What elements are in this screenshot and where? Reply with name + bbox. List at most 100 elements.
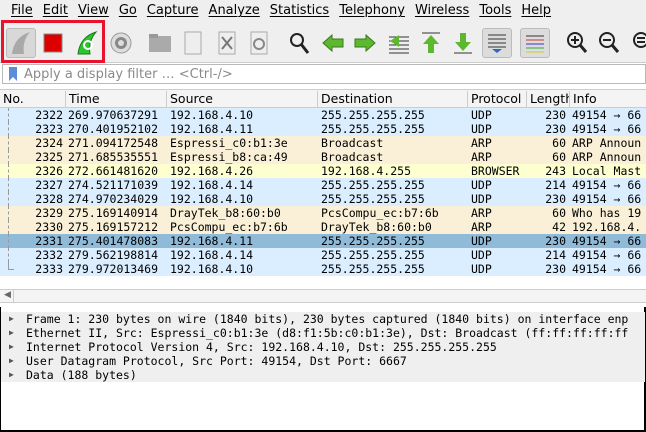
packet-len: 230 (545, 262, 566, 276)
column-header-no[interactable]: No. (0, 91, 24, 108)
arrow-right-icon (354, 33, 376, 53)
packet-len: 214 (545, 248, 566, 262)
packet-no: 2324 (35, 136, 63, 150)
packet-row[interactable]: 2326 272.661481620 192.168.4.26 192.168.4.2… (0, 164, 646, 178)
horizontal-scrollbar[interactable]: ◀ (0, 289, 646, 303)
column-header-length[interactable]: Length (526, 91, 570, 108)
related-packet-indicator (8, 206, 9, 220)
packet-no: 2331 (35, 234, 63, 248)
go-back-button[interactable] (318, 28, 348, 58)
zoom-normal-button[interactable] (628, 28, 646, 58)
menu-tools[interactable]: Tools (479, 3, 511, 18)
open-file-button[interactable] (145, 28, 175, 58)
related-packet-indicator (8, 164, 9, 178)
packet-row[interactable]: 2327 274.521171039 192.168.4.14 255.255.255… (0, 178, 646, 192)
detail-tree-item[interactable]: ▶ User Datagram Protocol, Src Port: 49154… (1, 354, 645, 368)
packet-src: 192.168.4.14 (170, 248, 254, 262)
packet-len: 42 (552, 220, 566, 234)
detail-tree-item[interactable]: ▶ Data (188 bytes) (1, 368, 645, 382)
packet-proto: ARP (471, 136, 492, 150)
packet-list: No. Time Source Destination Protocol Len… (0, 89, 646, 289)
reload-file-button[interactable] (244, 28, 274, 58)
go-forward-button[interactable] (350, 28, 380, 58)
packet-row[interactable]: 2323 270.401952102 192.168.4.11 255.255.255… (0, 122, 646, 136)
packet-src: Espressi_c0:b1:3e (170, 136, 288, 150)
packet-row[interactable]: 2329 275.169140914 DrayTek_b8:60:b0 PcsComp… (0, 206, 646, 220)
packet-info: ARP Announ (572, 150, 642, 164)
packet-info: 192.168.4. (572, 220, 642, 234)
menu-view[interactable]: View (78, 3, 109, 18)
menu-file[interactable]: File (11, 3, 33, 18)
column-header-info[interactable]: Info (569, 91, 597, 108)
menu-telephony[interactable]: Telephony (339, 3, 405, 18)
detail-text: Internet Protocol Version 4, Src: 192.16… (26, 340, 497, 354)
capture-options-button[interactable] (106, 28, 136, 58)
packet-dst: 255.255.255.255 (321, 192, 425, 206)
related-packet-indicator (8, 192, 9, 206)
expand-arrow-icon[interactable]: ▶ (9, 340, 14, 354)
packet-row[interactable]: 2322 269.970637291 192.168.4.10 255.255.255… (0, 108, 646, 122)
menu-statistics[interactable]: Statistics (270, 3, 329, 18)
column-header-source[interactable]: Source (166, 91, 213, 108)
packet-row[interactable]: 2333 279.972013469 192.168.4.10 255.255.255… (0, 262, 646, 276)
packet-dst: 192.168.4.255 (321, 164, 412, 178)
expand-arrow-icon[interactable]: ▶ (9, 326, 14, 340)
go-to-packet-button[interactable] (384, 28, 414, 58)
detail-tree-item[interactable]: ▶ Frame 1: 230 bytes on wire (1840 bits),… (1, 312, 645, 326)
autoscroll-button[interactable] (482, 28, 512, 58)
find-packet-button[interactable] (284, 28, 314, 58)
packet-row[interactable]: 2330 275.169157212 PcsCompu_ec:b7:6b DrayTe… (0, 220, 646, 234)
packet-len: 230 (545, 108, 566, 122)
packet-dst: 255.255.255.255 (321, 234, 425, 248)
menu-capture[interactable]: Capture (147, 3, 199, 18)
colorize-button[interactable] (520, 28, 550, 58)
bookmark-icon[interactable] (8, 66, 18, 82)
menu-analyze[interactable]: Analyze (209, 3, 260, 18)
menu-go[interactable]: Go (119, 3, 137, 18)
packet-dst: PcsCompu_ec:b7:6b (321, 206, 439, 220)
packet-no: 2326 (35, 164, 63, 178)
packet-time: 271.685535551 (68, 150, 159, 164)
zoom-out-button[interactable] (594, 28, 624, 58)
file-icon (184, 31, 202, 55)
packet-proto: ARP (471, 206, 492, 220)
packet-proto: UDP (471, 122, 492, 136)
packet-len: 60 (552, 136, 566, 150)
menu-wireless[interactable]: Wireless (415, 3, 469, 18)
packet-row[interactable]: 2324 271.094172548 Espressi_c0:b1:3e Broadc… (0, 136, 646, 150)
expand-arrow-icon[interactable]: ▶ (9, 354, 14, 368)
detail-tree-item[interactable]: ▶ Internet Protocol Version 4, Src: 192.1… (1, 340, 645, 354)
packet-info: Who has 19 (572, 206, 642, 220)
column-header-destination[interactable]: Destination (317, 91, 393, 108)
search-icon (290, 33, 310, 54)
capture-controls-highlight (1, 20, 105, 63)
packet-info: 49154 → 66 (572, 262, 642, 276)
packet-row[interactable]: 2332 279.562198814 192.168.4.14 255.255.255… (0, 248, 646, 262)
menu-edit[interactable]: Edit (43, 3, 68, 18)
packet-no: 2327 (35, 178, 63, 192)
display-filter-input[interactable] (24, 66, 624, 82)
packet-proto: UDP (471, 108, 492, 122)
column-header-protocol[interactable]: Protocol (467, 91, 521, 108)
save-file-button[interactable] (178, 28, 208, 58)
packet-time: 279.972013469 (68, 262, 159, 276)
related-packet-indicator (8, 108, 9, 122)
scroll-left-icon[interactable]: ◀ (4, 290, 11, 300)
detail-tree-item[interactable]: ▶ Ethernet II, Src: Espressi_c0:b1:3e (d8… (1, 326, 645, 340)
packet-proto: UDP (471, 234, 492, 248)
packet-src: 192.168.4.11 (170, 234, 254, 248)
packet-proto: UDP (471, 178, 492, 192)
last-packet-button[interactable] (448, 28, 478, 58)
first-packet-button[interactable] (416, 28, 446, 58)
packet-row[interactable]: 2331 275.401478083 192.168.4.11 255.255.255… (0, 234, 646, 248)
autoscroll-icon (488, 34, 506, 53)
menu-bar: File Edit View Go Capture Analyze Statis… (0, 0, 646, 21)
expand-arrow-icon[interactable]: ▶ (9, 312, 14, 326)
packet-row[interactable]: 2328 274.970234029 192.168.4.10 255.255.255… (0, 192, 646, 206)
column-header-time[interactable]: Time (65, 91, 100, 108)
expand-arrow-icon[interactable]: ▶ (9, 368, 14, 382)
close-file-button[interactable] (212, 28, 242, 58)
menu-help[interactable]: Help (521, 3, 551, 18)
zoom-in-button[interactable] (562, 28, 592, 58)
packet-row[interactable]: 2325 271.685535551 Espressi_b8:ca:49 Broadc… (0, 150, 646, 164)
